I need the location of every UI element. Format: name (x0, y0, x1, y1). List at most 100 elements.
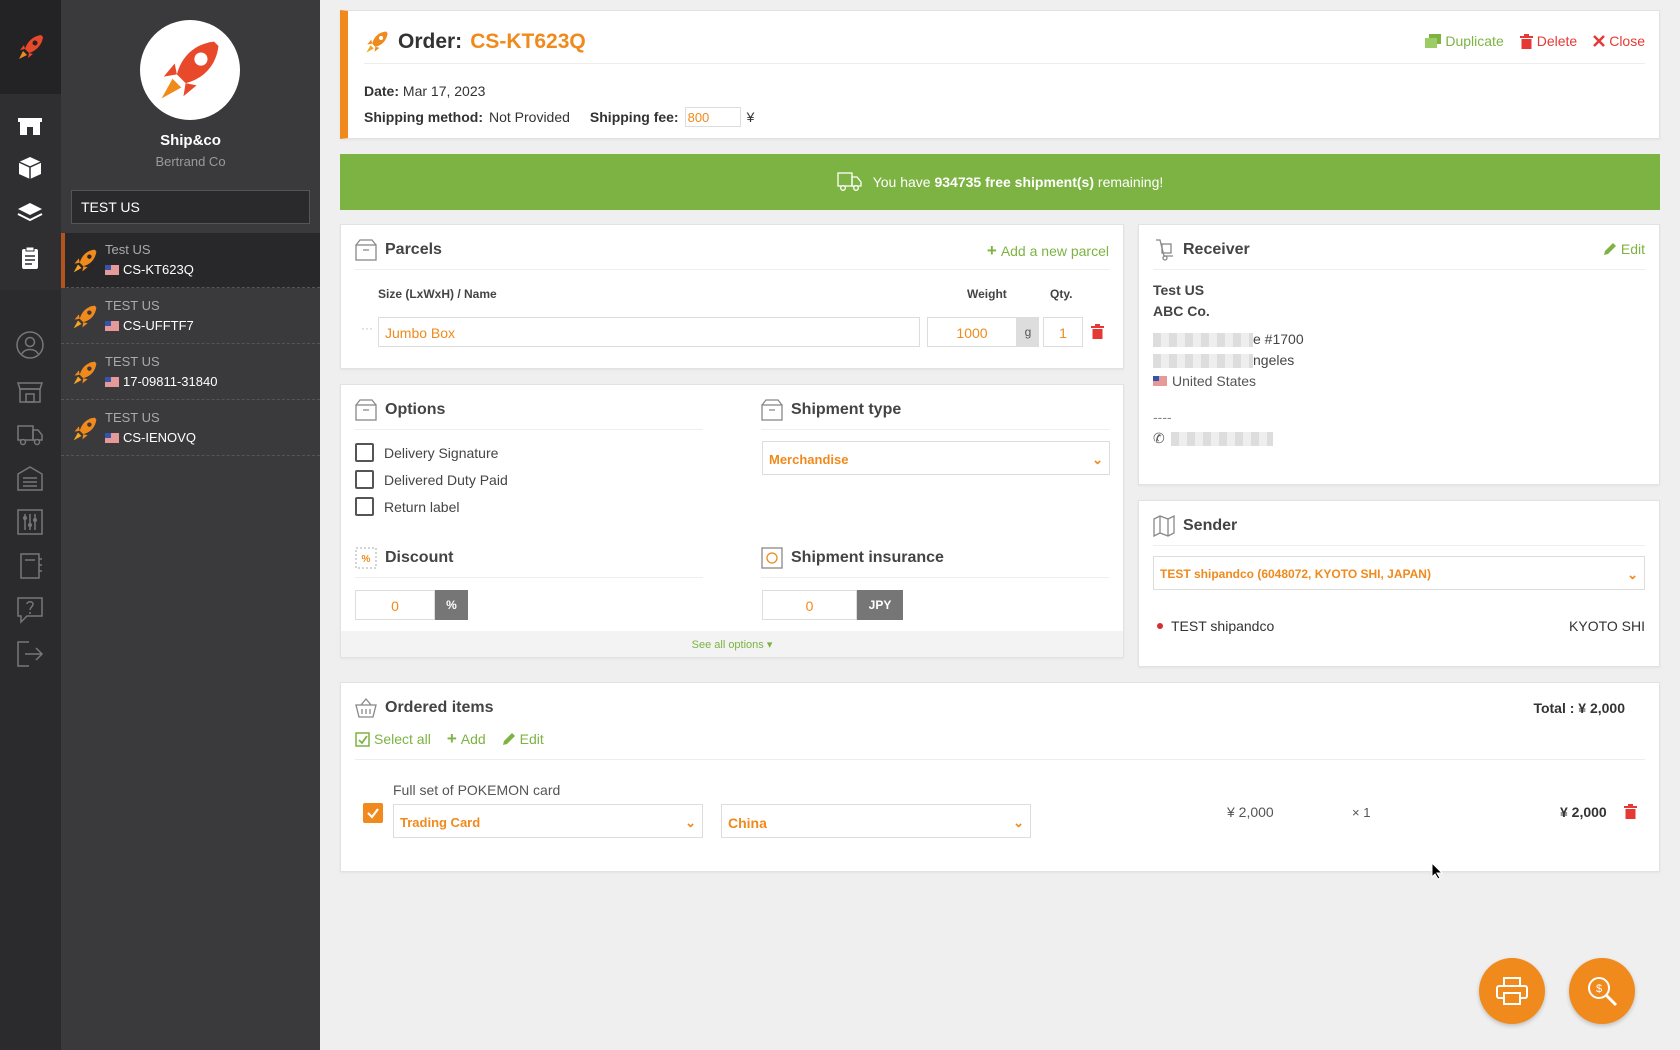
free-shipments-banner: You have 934735 free shipment(s) remaini… (340, 154, 1660, 210)
address-line1-tail: e #1700 (1253, 331, 1304, 347)
select-all-label: Select all (374, 731, 431, 747)
divider (355, 429, 703, 430)
order-recipient: TEST US (105, 410, 160, 425)
chevron-down-icon: ⌄ (1013, 815, 1024, 830)
logout-icon[interactable] (14, 638, 46, 670)
package-icon[interactable] (14, 152, 46, 184)
close-button[interactable]: Close (1593, 33, 1645, 49)
japan-flag-icon (1157, 623, 1163, 629)
option-label: Delivered Duty Paid (384, 471, 508, 488)
store-box-icon[interactable] (14, 108, 46, 140)
order-list-item[interactable]: Test US CS-KT623Q (61, 233, 320, 288)
mouse-cursor-icon (1431, 862, 1443, 880)
country-name: United States (1172, 373, 1257, 389)
weight-unit: g (1017, 317, 1039, 347)
add-item-button[interactable]: + Add (447, 729, 486, 749)
shop-icon[interactable] (14, 374, 46, 406)
divider (355, 269, 1109, 270)
col-weight-header: Weight (967, 287, 1007, 301)
icon-rail (0, 0, 61, 1050)
print-button[interactable] (1479, 958, 1545, 1024)
map-icon (1153, 515, 1175, 537)
shipping-method-value: Not Provided (488, 109, 570, 125)
truck-icon[interactable] (14, 418, 46, 450)
sender-panel: Sender TEST shipandco (6048072, KYOTO SH… (1138, 500, 1660, 667)
receiver-name: Test US (1153, 282, 1205, 298)
rocket-icon (73, 361, 97, 385)
order-search-input[interactable] (71, 190, 310, 224)
shipping-fee-label: Shipping fee: (589, 109, 679, 125)
select-all-button[interactable]: Select all (355, 729, 431, 749)
item-unit-price[interactable]: ¥ 2,000 (1227, 804, 1274, 820)
checkbox[interactable] (355, 443, 374, 462)
receiver-dashes: ---- (1153, 409, 1172, 425)
delete-button[interactable]: Delete (1519, 33, 1578, 49)
pencil-icon (1603, 243, 1616, 255)
receiver-edit-button[interactable]: Edit (1603, 241, 1645, 257)
clipboard-icon[interactable] (14, 242, 46, 274)
parcels-panel: Parcels + Add a new parcel Size (LxWxH) … (340, 224, 1124, 369)
divider (761, 577, 1109, 578)
order-list-item[interactable]: TEST US 17-09811-31840 (61, 345, 320, 400)
order-header: Order: CS-KT623Q Duplicate Delete Close … (340, 10, 1660, 139)
layers-icon[interactable] (14, 196, 46, 228)
box-icon (355, 399, 377, 421)
safe-icon (761, 547, 783, 569)
divider (1153, 545, 1645, 546)
item-category-select[interactable]: Trading Card ⌄ (393, 804, 703, 838)
receiver-title-text: Receiver (1183, 241, 1250, 258)
ordered-items-title-text: Ordered items (385, 699, 494, 716)
notebook-icon[interactable] (14, 550, 46, 582)
order-recipient: TEST US (105, 354, 160, 369)
trash-icon[interactable] (1091, 324, 1104, 339)
add-parcel-button[interactable]: + Add a new parcel (987, 241, 1109, 261)
phone-icon: ✆ (1153, 430, 1165, 446)
trash-icon[interactable] (1624, 804, 1637, 819)
parcel-weight-field[interactable]: 1000 (927, 317, 1017, 347)
warehouse-icon[interactable] (14, 462, 46, 494)
svg-text:%: % (362, 554, 371, 565)
pencil-icon (502, 733, 515, 745)
sender-title: Sender (1153, 515, 1237, 537)
user-icon[interactable] (14, 329, 46, 361)
app-logo[interactable] (0, 0, 61, 94)
options-title: Options (355, 399, 445, 421)
drag-handle-icon[interactable]: ··· (361, 321, 373, 335)
order-list-item[interactable]: TEST US CS-IENOVQ (61, 401, 320, 456)
option-return-label[interactable]: Return label (355, 497, 460, 516)
checkbox[interactable] (355, 470, 374, 489)
delete-label: Delete (1536, 33, 1578, 49)
help-icon[interactable] (14, 594, 46, 626)
item-quantity[interactable]: × 1 (1352, 805, 1370, 820)
sender-select[interactable]: TEST shipandco (6048072, KYOTO SHI, JAPA… (1153, 556, 1645, 590)
rate-search-button[interactable]: $ (1569, 958, 1635, 1024)
duplicate-button[interactable]: Duplicate (1425, 33, 1504, 49)
order-list-item[interactable]: TEST US CS-UFFTF7 (61, 289, 320, 344)
insurance-input[interactable]: 0 (762, 590, 857, 620)
see-all-options-link[interactable]: See all options ▾ (341, 631, 1123, 657)
option-delivery-signature[interactable]: Delivery Signature (355, 443, 498, 462)
divider (355, 759, 1645, 760)
parcel-qty-field[interactable]: 1 (1043, 317, 1083, 347)
item-checkbox[interactable] (363, 803, 383, 823)
us-flag-icon (105, 433, 119, 443)
order-date: Date: Mar 17, 2023 (364, 83, 485, 99)
add-parcel-label: Add a new parcel (1000, 243, 1109, 259)
parcels-title: Parcels (355, 239, 442, 261)
date-label: Date: (364, 83, 400, 99)
discount-input[interactable]: 0 (355, 590, 435, 620)
shipment-type-select[interactable]: Merchandise ⌄ (762, 441, 1110, 475)
company-avatar[interactable] (140, 20, 240, 120)
checkbox[interactable] (355, 497, 374, 516)
parcel-name-field[interactable]: Jumbo Box (378, 317, 920, 347)
chevron-down-icon: ⌄ (1092, 452, 1103, 467)
edit-items-button[interactable]: Edit (502, 729, 544, 749)
discount-title: % Discount (355, 547, 453, 569)
shipping-fee-input[interactable] (684, 107, 741, 127)
header-actions: Duplicate Delete Close (1425, 33, 1645, 49)
receiver-company: ABC Co. (1153, 303, 1210, 319)
check-icon (367, 808, 379, 819)
sliders-icon[interactable] (14, 506, 46, 538)
option-delivered-duty-paid[interactable]: Delivered Duty Paid (355, 470, 508, 489)
item-origin-select[interactable]: China ⌄ (721, 804, 1031, 838)
